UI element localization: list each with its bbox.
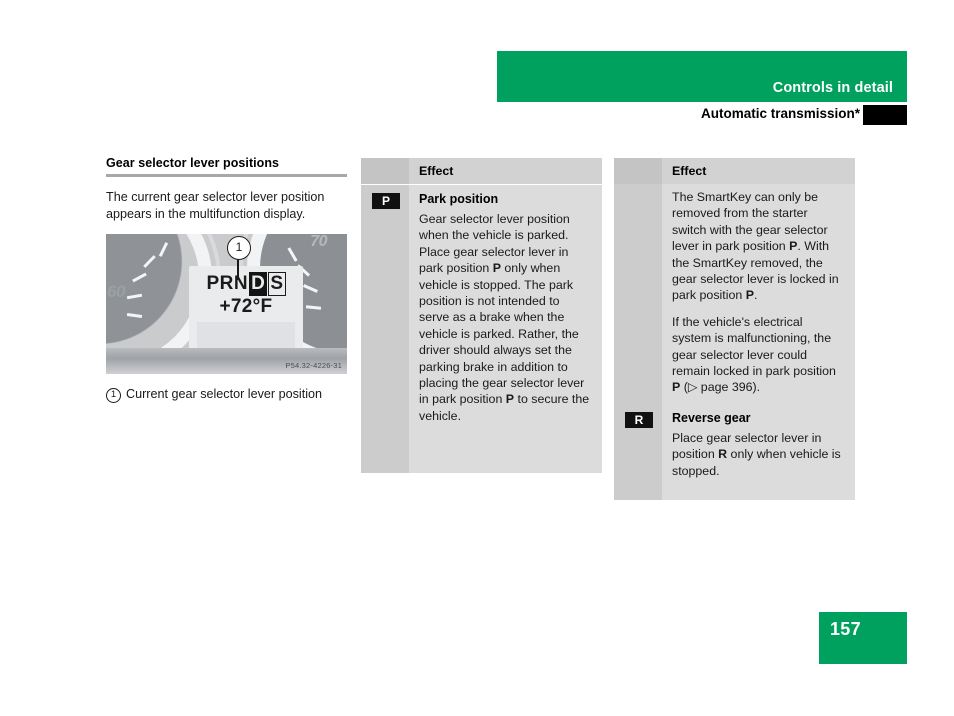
gear-badge-gutter: P [361,185,409,433]
gear-position-indicator: PRN D S [189,272,303,296]
row-title: Park position [419,192,499,206]
page-title: Gear selector lever positions [106,156,280,170]
figure-caption: 1 Current gear selector lever position [106,386,347,403]
instrument-cluster-figure: 60 70 PRN D S +72°F 1 P54.32-4226-31 [106,234,347,374]
effect-table-right: Effect The SmartKey can only be removed f… [614,158,855,501]
outside-temperature-readout: +72°F [219,296,273,317]
table-filler-cell [662,487,855,501]
table-filler [614,487,855,501]
column-header-effect: Effect [419,164,454,178]
callout-marker-1: 1 [227,236,251,260]
intro-paragraph: The current gear selector lever position… [106,190,325,221]
table-cell-effect: The SmartKey can only be removed from th… [662,184,855,404]
row-paragraph: If the vehicle's electrical system is ma… [672,314,836,395]
row-paragraph: Gear selector lever position when the ve… [419,212,590,423]
callout-leader-line [237,258,239,280]
left-text-column: Gear selector lever positions The curren… [106,156,347,403]
gear-badge-p: P [372,193,400,209]
table-header-row: Effect [361,158,602,184]
table-filler-gutter [614,487,662,501]
gauge-label-right: 70 [310,234,327,250]
row-paragraph: Place gear selector lever in position R … [672,430,841,478]
table-header-cell: Effect [409,158,602,184]
gauge-label-left: 60 [107,282,125,301]
table-row: P Park position Gear selector lever positi… [361,185,602,433]
page-number: 157 [830,619,861,639]
effect-table-middle: Effect P Park position Gear selector lever … [361,158,602,473]
table-header-cell: Effect [662,158,855,184]
gear-badge-r: R [625,411,653,428]
multifunction-display: PRN D S +72°F [189,266,303,350]
display-lower-area [197,322,295,348]
header-green-bar: Controls in detail [497,51,907,102]
table-cell-effect: Reverse gear Place gear selector lever in… [662,403,855,488]
header-section-row: Automatic transmission* [497,105,907,125]
gear-badge-gutter: R [614,403,662,488]
gear-badge-gutter [614,184,662,404]
table-filler-cell [409,432,602,473]
heading-rule [106,174,347,177]
footer-page-block: 157 [819,612,907,664]
table-filler-gutter [361,432,409,473]
row-paragraph: The SmartKey can only be removed from th… [672,190,839,303]
table-filler [361,432,602,473]
table-header-gutter [361,158,409,184]
table-row: The SmartKey can only be removed from th… [614,184,855,404]
gear-letters-prefix: PRN [206,273,249,294]
caption-marker-1: 1 [106,388,121,403]
gear-active-d: D [249,272,268,296]
table-cell-effect: Park position Gear selector lever positio… [409,185,602,433]
table-row: R Reverse gear Place gear selector lever i… [614,403,855,488]
row-title: Reverse gear [672,410,751,425]
gear-boxed-s: S [268,272,286,296]
section-title: Automatic transmission* [700,106,860,121]
column-header-effect: Effect [672,164,707,178]
page-edge-tab-marker [863,105,907,125]
chapter-title: Controls in detail [772,80,893,96]
caption-text: Current gear selector lever position [126,387,322,401]
table-header-gutter [614,158,662,184]
table-header-row: Effect [614,158,855,184]
figure-image-id: P54.32-4226-31 [285,361,342,370]
